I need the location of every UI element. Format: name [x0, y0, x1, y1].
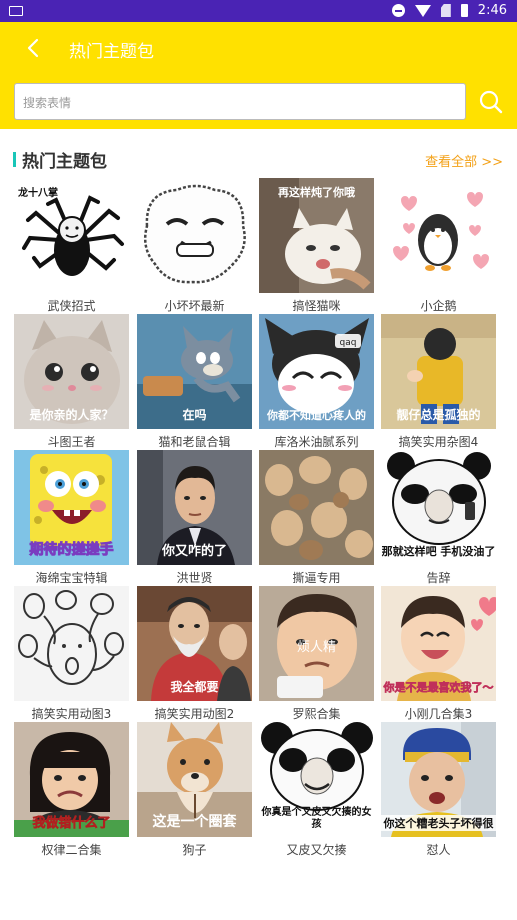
pack-item[interactable]: 你真是个又皮又欠揍的女孩 又皮又欠揍	[259, 722, 374, 858]
search-input[interactable]	[21, 84, 445, 121]
pack-name: 搞怪猫咪	[292, 299, 341, 313]
pack-thumbnail[interactable]: 我全都要	[137, 586, 252, 701]
pack-name: 罗熙合集	[292, 707, 341, 721]
pack-item[interactable]: 烦人精 罗熙合集	[259, 586, 374, 722]
pack-item[interactable]: 是你亲的人家？ 斗图王者	[14, 314, 129, 450]
status-bar: 2:46	[0, 0, 517, 22]
pack-name: 洪世贤	[176, 571, 213, 585]
pack-thumbnail[interactable]: 你这个糟老头子坏得很	[381, 722, 496, 837]
app-header: 热门主题包	[0, 22, 517, 129]
pack-item[interactable]: 那就这样吧 手机没油了 告辞	[381, 450, 496, 586]
pack-name: 撕逼专用	[292, 571, 341, 585]
view-all-link[interactable]: 查看全部 >>	[425, 151, 503, 170]
pack-thumbnail[interactable]: 我做错什么了	[14, 722, 129, 837]
pack-name: 小企鹅	[420, 299, 457, 313]
pack-thumbnail[interactable]: 你又咋的了	[137, 450, 252, 565]
pack-name: 搞笑实用杂图4	[398, 435, 479, 449]
keyboard-icon	[9, 6, 23, 16]
pack-thumbnail[interactable]: 这是一个圈套	[137, 722, 252, 837]
pack-item[interactable]: 你是不是最喜欢我了～ 小刚几合集3	[381, 586, 496, 722]
pack-name: 武侠招式	[47, 299, 96, 313]
pack-item[interactable]: 龙十八掌 武侠招式	[14, 178, 129, 314]
pack-overlay-text: 龙十八掌	[18, 188, 58, 199]
pack-overlay-text: 你真是个又皮又欠揍的女孩	[261, 807, 372, 830]
back-arrow-icon[interactable]	[22, 36, 46, 60]
pack-thumbnail[interactable]: 你真是个又皮又欠揍的女孩	[259, 722, 374, 837]
pack-thumbnail[interactable]: 那就这样吧 手机没油了	[381, 450, 496, 565]
pack-item[interactable]: 期待的搓搓手 海绵宝宝特辑	[14, 450, 129, 586]
search-icon[interactable]	[478, 89, 504, 115]
pack-name: 狗子	[182, 843, 207, 857]
pack-thumbnail[interactable]: 期待的搓搓手	[14, 450, 129, 565]
pack-overlay-text: 那就这样吧 手机没油了	[381, 545, 496, 558]
pack-overlay-text: 在吗	[182, 408, 207, 422]
pack-name: 又皮又欠揍	[286, 843, 347, 857]
pack-overlay-text: 你又咋的了	[161, 544, 227, 559]
pack-thumbnail[interactable]	[381, 178, 496, 293]
pack-name: 搞笑实用动图2	[154, 707, 235, 721]
pack-overlay-text: 期待的搓搓手	[29, 542, 114, 559]
pack-item[interactable]: 这是一个圈套 狗子	[137, 722, 252, 858]
pack-item[interactable]: 你这个糟老头子坏得很 怼人	[381, 722, 496, 858]
page-title: 热门主题包	[69, 42, 154, 62]
search-box	[14, 83, 466, 121]
pack-name: 小刚几合集3	[404, 707, 473, 721]
section-header: 热门主题包 查看全部 >>	[0, 142, 517, 174]
section-title: 热门主题包	[22, 152, 107, 172]
pack-item[interactable]: 我全都要 搞笑实用动图2	[137, 586, 252, 722]
pack-overlay-text: 我全都要	[170, 680, 219, 694]
pack-item[interactable]: qaq 你都不知道心疼人的 库洛米油腻系列	[259, 314, 374, 450]
sim-icon	[440, 4, 451, 17]
pack-name: 怼人	[426, 843, 451, 857]
pack-item[interactable]: 小坏坏最新	[137, 178, 252, 314]
pack-item[interactable]: 靓仔总是孤独的 搞笑实用杂图4	[381, 314, 496, 450]
pack-name: 小坏坏最新	[164, 299, 225, 313]
do-not-disturb-icon	[391, 4, 405, 17]
pack-overlay-text: 你是不是最喜欢我了～	[383, 681, 494, 695]
pack-overlay-text: 是你亲的人家？	[29, 408, 114, 422]
section-accent-bar	[13, 152, 16, 167]
status-time: 2:46	[477, 3, 507, 18]
pack-item[interactable]: 搞笑实用动图3	[14, 586, 129, 722]
pack-thumbnail[interactable]	[137, 178, 252, 293]
pack-item[interactable]: 你又咋的了 洪世贤	[137, 450, 252, 586]
pack-thumbnail[interactable]: 烦人精	[259, 586, 374, 701]
pack-overlay-text: 我做错什么了	[32, 816, 111, 832]
pack-item[interactable]: 撕逼专用	[259, 450, 374, 586]
pack-item[interactable]: 小企鹅	[381, 178, 496, 314]
pack-overlay-text: 这是一个圈套	[152, 814, 237, 830]
pack-name: 搞笑实用动图3	[31, 707, 112, 721]
pack-thumbnail[interactable]: 龙十八掌	[14, 178, 129, 293]
pack-overlay-text: 你这个糟老头子坏得很	[381, 815, 496, 831]
pack-thumbnail[interactable]: 再这样炖了你哦	[259, 178, 374, 293]
pack-thumbnail[interactable]: 你是不是最喜欢我了～	[381, 586, 496, 701]
battery-icon	[460, 4, 468, 17]
svg-text:qaq: qaq	[340, 338, 357, 348]
pack-thumbnail[interactable]	[259, 450, 374, 565]
pack-item[interactable]: 再这样炖了你哦 搞怪猫咪	[259, 178, 374, 314]
pack-item[interactable]: 我做错什么了 权律二合集	[14, 722, 129, 858]
pack-name: 海绵宝宝特辑	[35, 571, 108, 585]
pack-name: 斗图王者	[47, 435, 96, 449]
pack-item[interactable]: 在吗 猫和老鼠合辑	[137, 314, 252, 450]
pack-name: 权律二合集	[41, 843, 102, 857]
wifi-icon	[414, 4, 431, 17]
pack-thumbnail[interactable]: qaq 你都不知道心疼人的	[259, 314, 374, 429]
pack-thumbnail[interactable]: 靓仔总是孤独的	[381, 314, 496, 429]
pack-overlay-text: 烦人精	[296, 640, 336, 655]
pack-thumbnail[interactable]: 在吗	[137, 314, 252, 429]
pack-thumbnail[interactable]: 是你亲的人家？	[14, 314, 129, 429]
pack-thumbnail[interactable]	[14, 586, 129, 701]
pack-name: 告辞	[426, 571, 451, 585]
pack-overlay-text: 再这样炖了你哦	[278, 186, 355, 199]
pack-name: 猫和老鼠合辑	[158, 435, 231, 449]
pack-overlay-text: 你都不知道心疼人的	[267, 409, 366, 422]
pack-overlay-text: 靓仔总是孤独的	[396, 408, 481, 422]
pack-name: 库洛米油腻系列	[274, 435, 359, 449]
